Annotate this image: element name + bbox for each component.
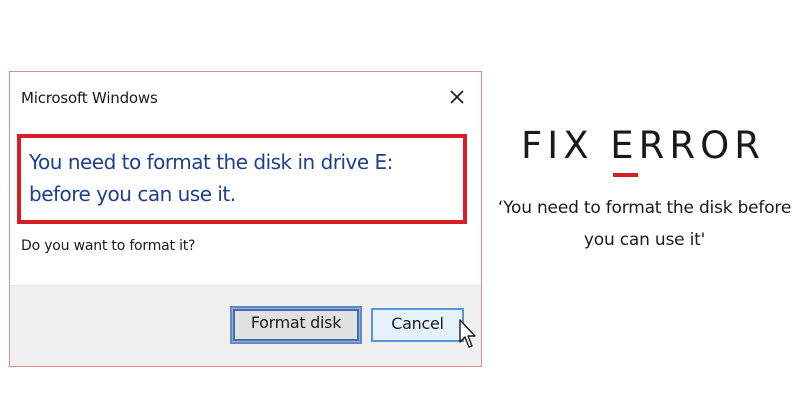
- canvas: Microsoft Windows You need to format the…: [0, 0, 800, 415]
- fix-error-heading: FIX ERROR: [521, 124, 765, 167]
- error-caption: ‘You need to format the disk before you …: [497, 198, 792, 250]
- close-button[interactable]: [447, 87, 467, 107]
- heading-accent-underline: [613, 173, 638, 177]
- close-icon: [450, 90, 464, 104]
- dialog-title: Microsoft Windows: [21, 89, 158, 107]
- format-question: Do you want to format it?: [21, 238, 196, 254]
- error-message: You need to format the disk in drive E: …: [29, 150, 393, 206]
- format-disk-button[interactable]: Format disk: [230, 306, 362, 344]
- cancel-button[interactable]: Cancel: [371, 308, 464, 342]
- mouse-pointer-icon: [459, 319, 477, 349]
- format-disk-dialog: Microsoft Windows You need to format the…: [9, 71, 482, 367]
- dialog-title-bar: Microsoft Windows: [10, 72, 481, 124]
- dialog-button-area: Format disk Cancel: [10, 285, 481, 366]
- error-message-highlight: You need to format the disk in drive E: …: [17, 134, 467, 224]
